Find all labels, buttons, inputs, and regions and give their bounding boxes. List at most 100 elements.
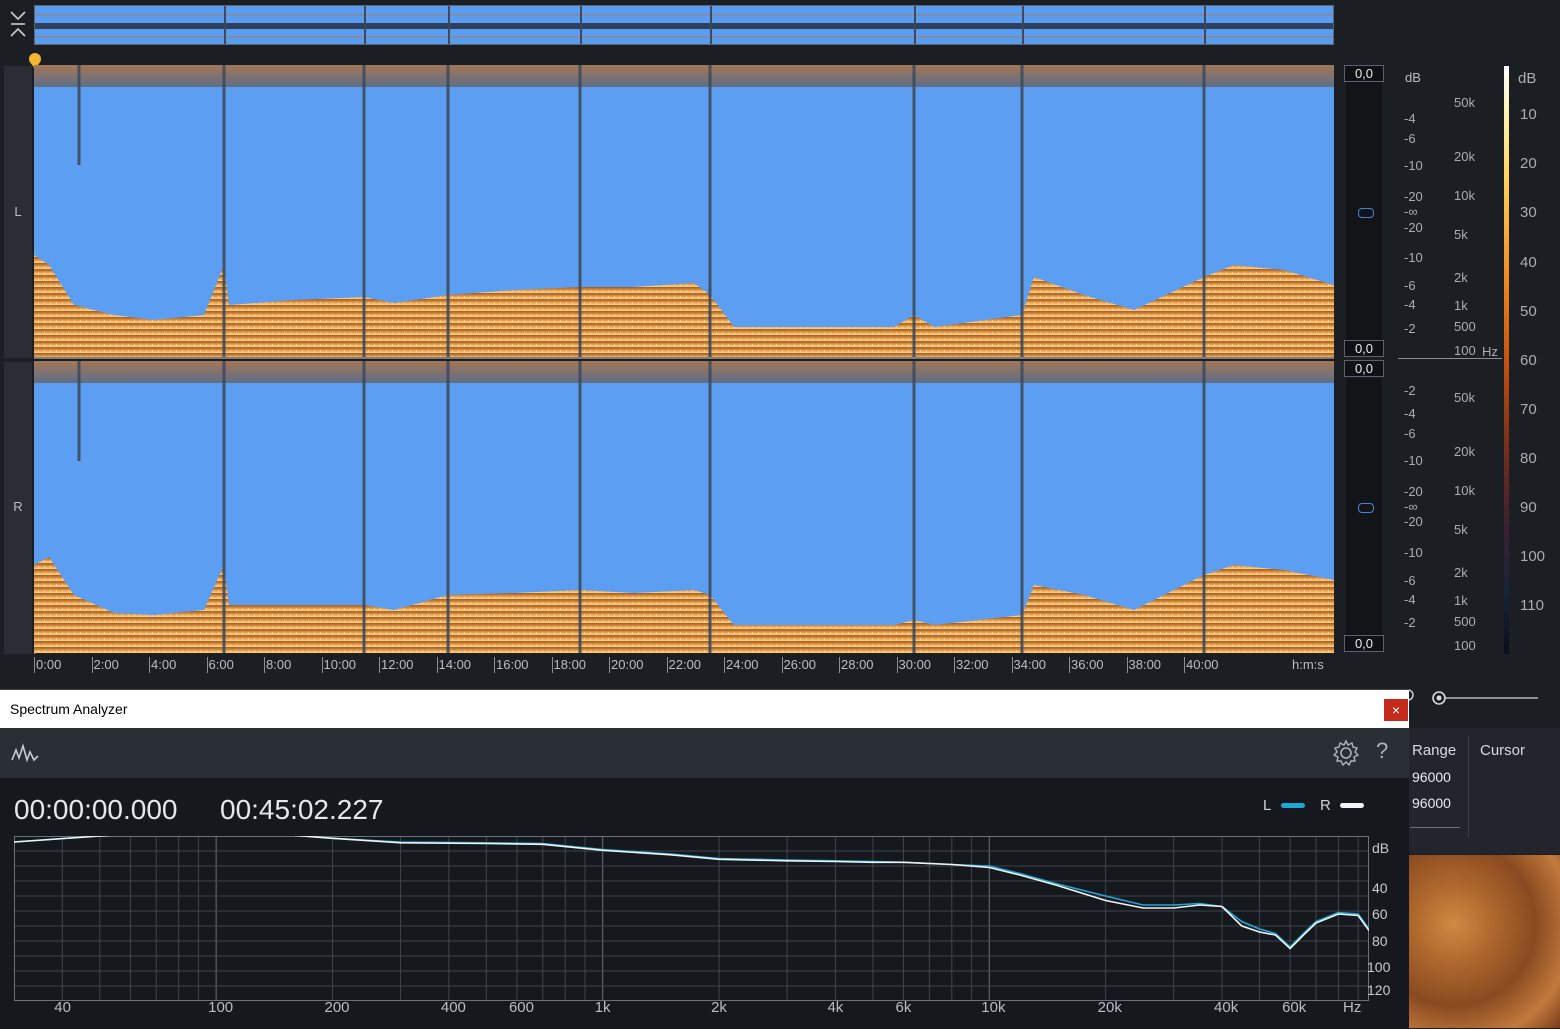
timeline-tick-label: 28:00 [841,657,874,672]
freq-axis-label: 4k [827,999,844,1016]
gear-icon[interactable] [1332,739,1360,767]
timeline-tick-label: 40:00 [1186,657,1219,672]
freq-tick: 1k [1454,298,1468,313]
left-level-top: 0,0 [1344,65,1384,82]
right-center-handle-icon[interactable] [1358,503,1374,513]
timeline-tick-label: 8:00 [266,657,292,672]
series-line-r [14,836,1369,950]
freq-axis-label: 400 [440,999,466,1016]
freq-tick: 10k [1454,188,1475,203]
amp-tick: -6 [1404,426,1416,441]
legend-r-label: R [1320,797,1331,814]
colorbar-tick: 50 [1520,303,1537,320]
colorbar-tick: 40 [1520,254,1537,271]
freq-axis-label: 6k [895,999,912,1016]
timeline-tick-label: 0:00 [36,657,62,672]
spectrum-mode-icon[interactable] [10,742,40,764]
left-center-handle-icon[interactable] [1358,208,1374,218]
freq-axis-label: 40 [54,999,71,1016]
amp-tick: -6 [1404,278,1416,293]
freq-axis-label: 100 [208,999,234,1016]
timeline-tick-mark [1069,657,1070,673]
plot-border [14,836,1369,1001]
timeline-tick-mark [666,657,668,673]
plot-lines [14,836,1369,950]
timeline-tick-mark [321,657,323,673]
colorbar-tick: 80 [1520,450,1537,467]
colorbar-unit: dB [1518,70,1537,87]
timeline-tick-label: 20:00 [611,657,644,672]
freq-tick: 1k [1454,593,1468,608]
freq-tick: 2k [1454,270,1468,285]
left-channel-label: L [14,204,22,219]
timeline-tick-mark [264,657,265,673]
amp-tick: -4 [1404,406,1416,421]
amp-tick: -10 [1404,453,1423,468]
freq-tick: 100 [1454,638,1476,653]
cursor-header[interactable]: Cursor [1480,742,1525,759]
timeline-tick-mark [839,657,840,673]
amp-tick: -2 [1404,321,1416,336]
collapse-overview-icon[interactable] [6,8,30,42]
freq-tick: 50k [1454,390,1475,405]
spec-db-tick: 120 [1367,982,1391,998]
legend-l-swatch [1281,803,1305,808]
freq-axis-label: 1k [594,999,611,1016]
amp-tick: -6 [1404,573,1416,588]
right-info-panel: Range Cursor 96000 96000 [1408,728,1560,854]
colorbar-tick: 30 [1520,204,1537,221]
freq-tick: 5k [1454,227,1468,242]
timeline-tick-label: 30:00 [898,657,932,672]
freq-tick: 500 [1454,614,1476,629]
start-time: 00:00:00.000 [14,794,178,825]
colorbar-tick: 70 [1520,401,1537,418]
colorbar [1504,66,1509,654]
right-level-bottom: 0,0 [1344,635,1384,652]
timeline-tick-label: 10:00 [323,657,357,672]
timeline-tick-label: 26:00 [783,657,817,672]
freq-unit: Hz [1482,344,1498,359]
amp-tick: -∞ [1404,499,1418,514]
column-divider [1468,736,1469,838]
spectrogram-thumbnail [1408,855,1560,1028]
range-value-1: 96000 [1412,769,1451,785]
freq-tick: 500 [1454,319,1476,334]
amplitude-scale-unit: dB [1405,70,1421,85]
amp-tick: -10 [1404,545,1423,560]
amp-tick: -4 [1404,111,1416,126]
freq-tick: 10k [1454,483,1475,498]
spectrum-analyzer-titlebar[interactable]: Spectrum Analyzer × [0,690,1409,728]
spectrum-plot[interactable] [14,836,1369,1001]
range-header[interactable]: Range [1412,742,1456,759]
freq-tick: 2k [1454,565,1468,580]
freq-tick: 50k [1454,95,1475,110]
timeline-tick-mark [379,657,380,673]
help-icon[interactable]: ? [1376,738,1388,764]
close-button[interactable]: × [1384,699,1408,721]
timeline-tick-label: 34:00 [1013,657,1047,672]
spectrum-analyzer-window: Spectrum Analyzer × ? 00:00:00.000 00:45… [0,689,1409,1029]
overview-waveform[interactable] [34,5,1334,45]
colorbar-tick: 90 [1520,499,1537,516]
colorbar-tick: 110 [1520,597,1544,614]
window-title: Spectrum Analyzer [10,701,128,717]
amp-tick: -20 [1404,220,1423,235]
amp-tick: -2 [1404,383,1416,398]
timeline-tick-mark [1126,657,1128,673]
timeline-tick-mark [206,657,208,673]
timeline-tick-mark [954,657,955,673]
end-time: 00:45:02.227 [220,794,384,825]
timeline-tick-mark [781,657,783,673]
legend-r-swatch [1340,803,1364,808]
spectrogram-view[interactable] [34,65,1334,653]
chevrons-collapse-icon [10,11,26,37]
timeline-tick-label: 2:00 [93,657,119,672]
colorbar-tick: 10 [1520,106,1537,123]
timeline-tick-mark [1184,657,1185,673]
colorbar-tick: 60 [1520,352,1537,369]
timeline-tick-label: 32:00 [956,657,989,672]
spec-db-tick: 80 [1372,933,1388,949]
freq-axis-label: 40k [1214,999,1239,1016]
timeline-tick-label: 22:00 [668,657,702,672]
range-value-2: 96000 [1412,795,1451,811]
